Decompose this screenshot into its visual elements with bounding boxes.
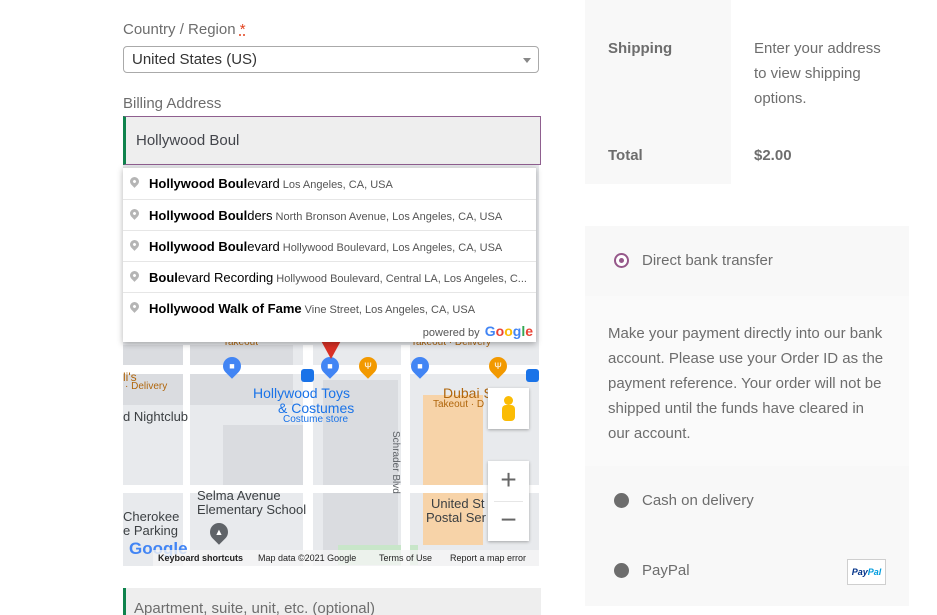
country-select[interactable]: United States (US) [123,46,539,73]
location-pin-icon [128,269,141,282]
bus-stop-icon [301,369,314,382]
total-label: Total [608,147,643,164]
payment-method-cash-on-delivery[interactable]: Cash on delivery [585,466,909,536]
radio-selected-icon[interactable] [614,253,629,268]
map-label-cherokee-1: Cherokee [123,509,180,524]
map-label-selma-2: Elementary School [197,502,307,517]
location-pin-icon [128,207,141,220]
map-footer: Keyboard shortcuts Map data ©2021 Google… [123,550,539,566]
total-value: $2.00 [754,147,792,164]
order-summary-label-column [585,0,731,184]
map-school-pin-icon[interactable]: ▲ [206,519,232,545]
map-restaurant-pin-icon[interactable]: Ψ [485,353,511,379]
map-label-usps-2: Postal Ser [426,510,486,525]
map-label-usps-1: United St [431,496,485,511]
payment-method-label: Direct bank transfer [642,252,773,269]
zoom-out-button[interactable]: − [488,501,529,541]
payment-method-label: Cash on delivery [642,492,754,509]
map-label-selma-1: Selma Avenue [197,488,281,503]
required-mark: * [239,21,246,38]
map-restaurant-pin-icon[interactable]: Ψ [355,353,381,379]
terms-of-use-link[interactable]: Terms of Use [379,553,432,563]
bank-transfer-description: Make your payment directly into our bank… [585,296,909,466]
radio-unselected-icon[interactable] [614,493,629,508]
map-label-schrader: Schrader Blvd [390,431,401,494]
country-select-value: United States (US) [132,51,258,68]
billing-address-input[interactable]: Hollywood Boul [123,116,541,165]
autocomplete-item[interactable]: Hollywood Walk of Fame Vine Street, Los A… [123,292,536,323]
map-shop-pin-icon[interactable]: ■ [407,353,433,379]
shipping-value: Enter your address to view shipping opti… [754,40,881,107]
shipping-label: Shipping [608,40,673,57]
map-label-toys: Hollywood Toys [253,385,351,401]
map-label-dubai-sub: Takeout · D [433,399,485,410]
zoom-control: + − [488,461,529,541]
payment-method-bank-transfer[interactable]: Direct bank transfer [585,226,909,296]
location-pin-icon [128,300,141,313]
map-label-cherokee-2: e Parking [123,523,178,538]
radio-unselected-icon[interactable] [614,563,629,578]
apartment-input[interactable]: Apartment, suite, unit, etc. (optional) [123,588,541,615]
bus-stop-icon [526,369,539,382]
location-pin-icon [128,238,141,251]
country-label: Country / Region * [123,21,246,38]
map-label-nightclub: d Nightclub [123,409,189,424]
paypal-logo: PayPal [847,559,886,585]
location-pin-icon [128,175,141,188]
chevron-down-icon [523,58,531,63]
autocomplete-item[interactable]: Hollywood Boulevard Hollywood Boulevard, … [123,230,536,261]
autocomplete-item[interactable]: Hollywood Boulevard Los Angeles, CA, USA [123,168,536,199]
map-label-delivery: · Delivery [125,381,168,392]
zoom-in-button[interactable]: + [488,461,529,501]
keyboard-shortcuts-link[interactable]: Keyboard shortcuts [158,553,243,563]
payment-method-label: PayPal [642,562,690,579]
address-autocomplete-dropdown: Hollywood Boulevard Los Angeles, CA, USA … [123,167,536,342]
autocomplete-item[interactable]: Boulevard Recording Hollywood Boulevard, … [123,261,536,292]
street-view-pegman-icon[interactable] [488,388,529,429]
billing-address-label: Billing Address [123,95,222,112]
report-map-error-link[interactable]: Report a map error [450,553,526,563]
powered-by-google: powered by Google [422,323,533,339]
autocomplete-item[interactable]: Hollywood Boulders North Bronson Avenue, … [123,199,536,230]
google-logo: Google [484,323,533,339]
map-label-costume-store: Costume store [283,414,349,425]
map-data-text: Map data ©2021 Google [258,553,357,563]
